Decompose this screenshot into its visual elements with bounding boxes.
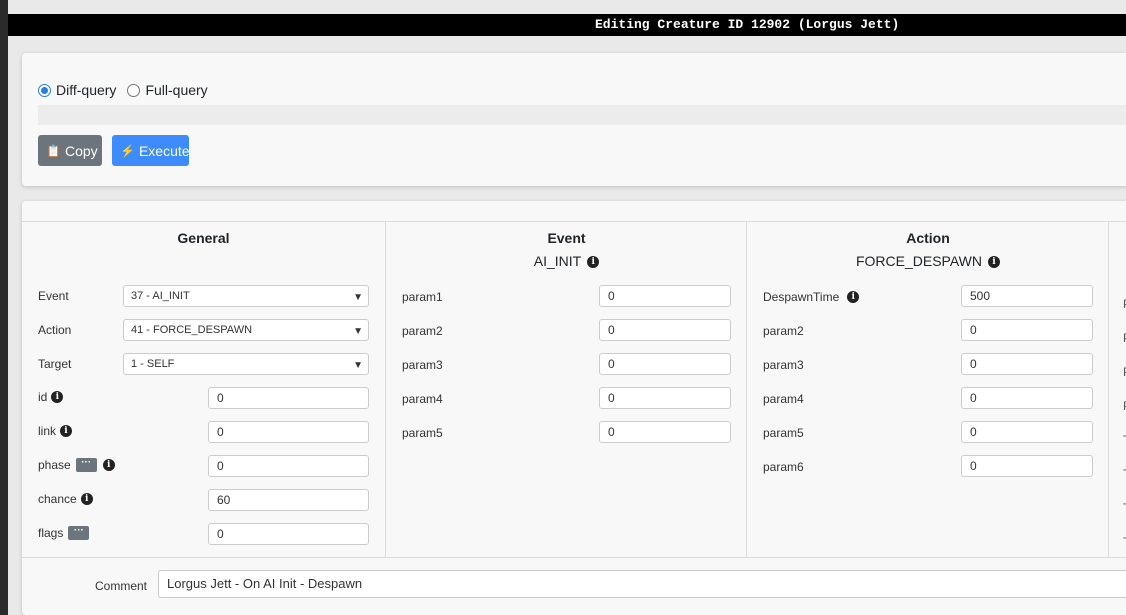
action-label: Action: [38, 323, 72, 337]
copy-button-label: Copy: [64, 142, 98, 159]
full-query-radio[interactable]: [127, 83, 141, 97]
action-select[interactable]: 41 - FORCE_DESPAWN ▼: [123, 319, 369, 341]
copy-button[interactable]: 📋 Copy: [38, 135, 102, 166]
event-param3-input[interactable]: 0: [599, 353, 731, 375]
flags-label: flags ···: [38, 526, 90, 540]
event-param4-label: param4: [402, 392, 443, 406]
info-icon[interactable]: i: [80, 493, 93, 505]
info-icon[interactable]: i: [988, 256, 1000, 269]
phase-more-button[interactable]: ···: [75, 458, 97, 472]
phase-input[interactable]: 0: [208, 455, 369, 477]
event-param1-input[interactable]: 0: [599, 285, 731, 307]
target-select[interactable]: 1 - SELF ▼: [123, 353, 369, 375]
phase-label: phase ··· i: [38, 458, 115, 472]
event-label: Event: [38, 289, 69, 303]
event-param2-input[interactable]: 0: [599, 319, 731, 341]
query-panel: Diff-query Full-query 📋 Copy ⚡ Execute: [22, 53, 1126, 186]
diff-query-label[interactable]: Diff-query: [56, 82, 116, 98]
event-title: Event: [547, 230, 586, 246]
info-icon[interactable]: i: [51, 391, 64, 403]
event-subtitle: AI_INIT i: [386, 253, 747, 269]
left-edge: [0, 0, 8, 615]
full-query-label[interactable]: Full-query: [145, 82, 207, 98]
event-column: Event AI_INIT i param1 0 param2 0 param3 …: [385, 221, 747, 558]
comment-input[interactable]: Lorgus Jett - On AI Init - Despawn: [158, 570, 1126, 598]
action-subtitle: FORCE_DESPAWN i: [747, 253, 1109, 269]
action-param2-label: param2: [763, 324, 804, 338]
link-label: link i: [38, 424, 73, 438]
action-param5-label: param5: [763, 426, 804, 440]
event-param5-input[interactable]: 0: [599, 421, 731, 443]
target-label: Target: [38, 357, 72, 371]
link-input[interactable]: 0: [208, 421, 369, 443]
chevron-down-icon: ▼: [353, 360, 363, 371]
comment-row: Comment Lorgus Jett - On AI Init - Despa…: [22, 557, 1126, 612]
action-param4-input[interactable]: 0: [961, 387, 1093, 409]
execute-button-label: Execute: [138, 142, 190, 159]
flags-input[interactable]: 0: [208, 523, 369, 545]
smart-ai-editor-panel: General Event 37 - AI_INIT ▼ Action 41 -…: [22, 201, 1126, 615]
comment-label: Comment: [95, 579, 148, 593]
info-icon[interactable]: i: [847, 291, 860, 303]
action-param4-label: param4: [763, 392, 804, 406]
info-icon[interactable]: i: [587, 256, 600, 269]
action-param2-input[interactable]: 0: [961, 319, 1093, 341]
bolt-icon: ⚡: [120, 143, 135, 158]
execute-button[interactable]: ⚡ Execute: [112, 135, 190, 166]
diff-query-radio[interactable]: [38, 83, 51, 97]
event-select[interactable]: 37 - AI_INIT ▼: [123, 285, 369, 307]
id-label: id i: [38, 390, 64, 404]
event-param3-label: param3: [402, 358, 443, 372]
event-param1-label: param1: [402, 290, 443, 304]
chance-label: chance i: [38, 492, 93, 506]
info-icon[interactable]: i: [102, 459, 115, 471]
action-title: Action: [906, 230, 950, 246]
general-title: General: [177, 230, 230, 246]
action-param3-label: param3: [763, 358, 804, 372]
info-icon[interactable]: i: [60, 425, 73, 437]
action-column: Action FORCE_DESPAWN i DespawnTime i 500 …: [746, 221, 1109, 558]
clipboard-icon: 📋: [46, 143, 61, 158]
target-column: P P P P T T T T: [1108, 221, 1126, 558]
event-param2-label: param2: [402, 324, 443, 338]
query-mode-group: Diff-query Full-query: [38, 82, 219, 98]
sql-query-output[interactable]: [38, 105, 1126, 125]
action-param1-input[interactable]: 500: [961, 285, 1093, 307]
action-param1-label: DespawnTime i: [763, 290, 860, 304]
action-param3-input[interactable]: 0: [961, 353, 1093, 375]
general-column: General Event 37 - AI_INIT ▼ Action 41 -…: [22, 221, 385, 558]
event-param5-label: param5: [402, 426, 443, 440]
action-param6-label: param6: [763, 460, 804, 474]
flags-more-button[interactable]: ···: [68, 526, 90, 540]
chevron-down-icon: ▼: [353, 292, 363, 303]
chevron-down-icon: ▼: [353, 326, 363, 337]
window-title-bar: Editing Creature ID 12902 (Lorgus Jett): [8, 14, 1126, 36]
window-title: Editing Creature ID 12902 (Lorgus Jett): [595, 17, 900, 32]
event-param4-input[interactable]: 0: [599, 387, 731, 409]
action-param5-input[interactable]: 0: [961, 421, 1093, 443]
chance-input[interactable]: 60: [208, 489, 369, 511]
action-param6-input[interactable]: 0: [961, 455, 1093, 477]
id-input[interactable]: 0: [208, 387, 369, 409]
